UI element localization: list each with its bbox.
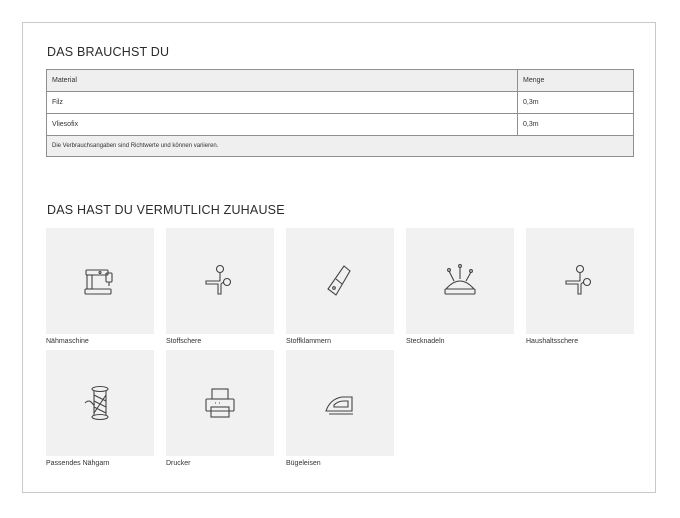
tool-image [406, 228, 514, 334]
table-note-row: Die Verbrauchsangaben sind Richtwerte un… [46, 135, 634, 157]
tool-label: Stoffklammern [286, 338, 331, 345]
scissors-icon [565, 264, 592, 295]
table-row: Vliesofix 0,3m [46, 113, 634, 136]
pincushion-icon [444, 264, 476, 295]
materials-table: Material Menge Filz 0,3m Vliesofix 0,3m … [46, 69, 634, 157]
printer-icon [205, 388, 235, 418]
tool-label: Drucker [166, 460, 191, 467]
quantity-cell: 0,3m [517, 91, 634, 114]
content-card: DAS BRAUCHST DU Material Menge Filz 0,3m… [22, 22, 656, 493]
tool-tile[interactable]: Nähmaschine [46, 228, 154, 346]
tool-image [526, 228, 634, 334]
tool-label: Bügeleisen [286, 460, 321, 467]
tool-label: Stecknadeln [406, 338, 445, 345]
table-header-row: Material Menge [46, 69, 634, 92]
table-note: Die Verbrauchsangaben sind Richtwerte un… [46, 135, 634, 157]
tool-image [286, 228, 394, 334]
section-title-home: DAS HAST DU VERMUTLICH ZUHAUSE [47, 203, 285, 217]
tool-label: Stoffschere [166, 338, 202, 345]
tool-tile[interactable]: Stoffklammern [286, 228, 394, 346]
iron-icon [325, 396, 353, 415]
material-cell: Vliesofix [46, 113, 518, 136]
tool-image [46, 228, 154, 334]
material-cell: Filz [46, 91, 518, 114]
tool-tile[interactable]: Stecknadeln [406, 228, 514, 346]
sewing-machine-icon [84, 269, 113, 295]
tool-image [166, 228, 274, 334]
header-quantity: Menge [517, 69, 634, 92]
tool-tile[interactable]: Haushaltsschere [526, 228, 634, 346]
tool-image [166, 350, 274, 456]
tool-tile[interactable]: Passendes Nähgarn [46, 350, 154, 468]
fabric-clip-icon [327, 265, 351, 296]
tool-label: Passendes Nähgarn [46, 460, 110, 467]
header-material: Material [46, 69, 518, 92]
tool-label: Nähmaschine [46, 338, 89, 345]
table-row: Filz 0,3m [46, 91, 634, 114]
quantity-cell: 0,3m [517, 113, 634, 136]
thread-spool-icon [84, 385, 109, 421]
scissors-icon [205, 264, 232, 295]
section-title-needed: DAS BRAUCHST DU [47, 45, 170, 59]
tool-image [286, 350, 394, 456]
tool-tile[interactable]: Bügeleisen [286, 350, 394, 468]
tool-tile[interactable]: Drucker [166, 350, 274, 468]
tool-image [46, 350, 154, 456]
tool-label: Haushaltsschere [526, 338, 579, 345]
tool-tile[interactable]: Stoffschere [166, 228, 274, 346]
